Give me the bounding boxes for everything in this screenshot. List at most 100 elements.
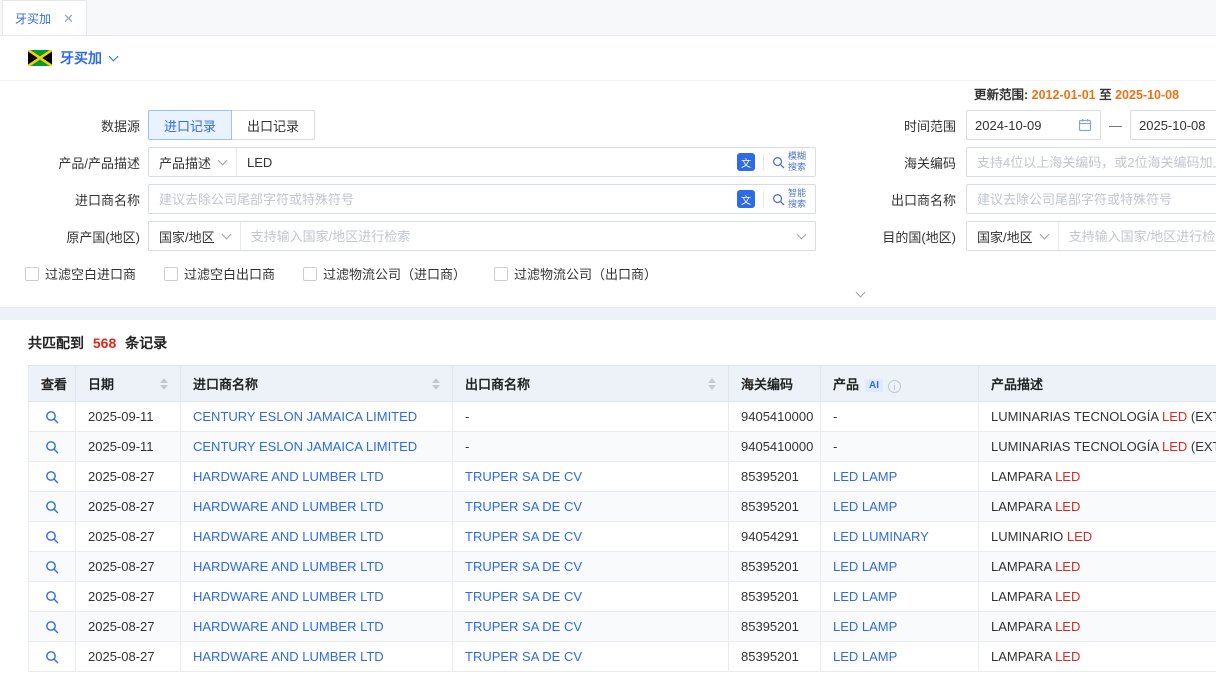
product-link[interactable]: LED LAMP: [833, 589, 897, 604]
sort-icon[interactable]: [708, 378, 716, 390]
importer-input[interactable]: [149, 185, 728, 213]
exporter-input[interactable]: [967, 185, 1216, 213]
product-link[interactable]: LED LUMINARY: [833, 529, 929, 544]
importer-link[interactable]: HARDWARE AND LUMBER LTD: [193, 649, 384, 664]
view-icon[interactable]: [45, 500, 59, 514]
checkbox-label: 过滤空白进口商: [45, 264, 136, 283]
importer-input-group: 文 智能 搜索: [148, 184, 816, 214]
product-search-input[interactable]: [237, 148, 728, 176]
view-cell: [29, 492, 76, 522]
exporter-link[interactable]: TRUPER SA DE CV: [465, 529, 582, 544]
description-highlight: LED: [1055, 499, 1080, 514]
exporter-cell: TRUPER SA DE CV: [453, 462, 729, 492]
header-importer-label: 进口商名称: [193, 374, 258, 393]
header-exporter[interactable]: 出口商名称: [453, 366, 729, 402]
smart-search-button[interactable]: 智能 搜索: [772, 188, 806, 210]
destination-label: 目的国(地区): [816, 227, 956, 246]
product-link[interactable]: LED LAMP: [833, 649, 897, 664]
destination-type-select[interactable]: 国家/地区: [967, 222, 1059, 250]
header-date[interactable]: 日期: [76, 366, 181, 402]
date-cell: 2025-08-27: [76, 612, 181, 642]
importer-link[interactable]: HARDWARE AND LUMBER LTD: [193, 469, 384, 484]
description-text: LAMPARA: [991, 559, 1055, 574]
importer-cell: HARDWARE AND LUMBER LTD: [181, 612, 453, 642]
hscode-input-group: [966, 147, 1216, 177]
checkbox-icon[interactable]: [494, 267, 508, 281]
translate-icon[interactable]: 文: [737, 190, 755, 208]
chevron-down-icon[interactable]: [109, 51, 119, 61]
info-icon[interactable]: i: [888, 380, 901, 393]
table-row: 2025-09-11CENTURY ESLON JAMAICA LIMITED-…: [29, 402, 1216, 432]
filter-checkbox[interactable]: 过滤空白进口商: [25, 264, 136, 283]
origin-country-input[interactable]: [241, 222, 788, 250]
chevron-down-icon[interactable]: [797, 229, 807, 239]
product-type-select[interactable]: 产品描述: [149, 148, 237, 176]
exporter-link[interactable]: TRUPER SA DE CV: [465, 619, 582, 634]
checkbox-label: 过滤空白出口商: [184, 264, 275, 283]
tab-jamaica[interactable]: 牙买加 ✕: [2, 0, 87, 35]
sort-icon[interactable]: [160, 378, 168, 390]
filter-checkbox[interactable]: 过滤空白出口商: [164, 264, 275, 283]
sort-icon[interactable]: [432, 378, 440, 390]
view-icon[interactable]: [45, 470, 59, 484]
tab-label: 牙买加: [15, 10, 51, 27]
importer-link[interactable]: HARDWARE AND LUMBER LTD: [193, 589, 384, 604]
product-link[interactable]: LED LAMP: [833, 619, 897, 634]
product-link[interactable]: LED LAMP: [833, 499, 897, 514]
tab-close-icon[interactable]: ✕: [63, 12, 74, 25]
exporter-link[interactable]: TRUPER SA DE CV: [465, 559, 582, 574]
tab-bar: 牙买加 ✕: [0, 0, 1216, 36]
hscode-cell: 85395201: [729, 492, 821, 522]
importer-link[interactable]: HARDWARE AND LUMBER LTD: [193, 559, 384, 574]
origin-type-select[interactable]: 国家/地区: [149, 222, 241, 250]
export-records-button[interactable]: 出口记录: [231, 110, 315, 140]
country-name[interactable]: 牙买加: [60, 48, 102, 68]
description-cell: LAMPARA LED: [979, 552, 1216, 582]
filter-checkbox[interactable]: 过滤物流公司（进口商）: [303, 264, 466, 283]
filter-row-importer: 进口商名称 文 智能 搜索: [0, 184, 1216, 214]
checkbox-icon[interactable]: [303, 267, 317, 281]
importer-link[interactable]: HARDWARE AND LUMBER LTD: [193, 499, 384, 514]
product-cell: -: [821, 402, 979, 432]
date-to-input[interactable]: 2025-10-08: [1130, 110, 1216, 140]
importer-link[interactable]: CENTURY ESLON JAMAICA LIMITED: [193, 439, 417, 454]
header-product-label: 产品: [833, 377, 859, 392]
view-icon[interactable]: [45, 590, 59, 604]
view-icon[interactable]: [45, 440, 59, 454]
importer-link[interactable]: HARDWARE AND LUMBER LTD: [193, 619, 384, 634]
product-link[interactable]: LED LAMP: [833, 559, 897, 574]
importer-link[interactable]: HARDWARE AND LUMBER LTD: [193, 529, 384, 544]
view-icon[interactable]: [45, 620, 59, 634]
date-from-input[interactable]: 2024-10-09: [966, 110, 1101, 140]
checkbox-icon[interactable]: [25, 267, 39, 281]
description-text: (EXT...: [1187, 439, 1216, 454]
hscode-cell: 9405410000: [729, 402, 821, 432]
exporter-link[interactable]: TRUPER SA DE CV: [465, 469, 582, 484]
view-icon[interactable]: [45, 650, 59, 664]
import-records-button[interactable]: 进口记录: [148, 110, 232, 140]
exporter-cell: TRUPER SA DE CV: [453, 552, 729, 582]
destination-country-input[interactable]: [1059, 222, 1216, 250]
translate-icon[interactable]: 文: [737, 153, 755, 171]
fuzzy-search-button[interactable]: 模糊 搜索: [772, 151, 806, 173]
view-icon[interactable]: [45, 410, 59, 424]
jamaica-flag-icon: [28, 50, 52, 66]
checkbox-icon[interactable]: [164, 267, 178, 281]
hscode-input[interactable]: [967, 148, 1216, 176]
importer-label: 进口商名称: [0, 190, 140, 209]
view-icon[interactable]: [45, 560, 59, 574]
description-text: LUMINARIAS TECNOLOGÍA: [991, 409, 1162, 424]
product-link[interactable]: LED LAMP: [833, 469, 897, 484]
importer-cell: CENTURY ESLON JAMAICA LIMITED: [181, 402, 453, 432]
view-icon[interactable]: [45, 530, 59, 544]
exporter-link[interactable]: TRUPER SA DE CV: [465, 499, 582, 514]
collapse-panel-button[interactable]: [845, 287, 875, 301]
exporter-link[interactable]: TRUPER SA DE CV: [465, 649, 582, 664]
header-importer[interactable]: 进口商名称: [181, 366, 453, 402]
importer-link[interactable]: CENTURY ESLON JAMAICA LIMITED: [193, 409, 417, 424]
date-range-dash: —: [1109, 118, 1122, 133]
checkbox-label: 过滤物流公司（进口商）: [323, 264, 466, 283]
exporter-link[interactable]: TRUPER SA DE CV: [465, 589, 582, 604]
filter-checkbox[interactable]: 过滤物流公司（出口商）: [494, 264, 657, 283]
hscode-label: 海关编码: [816, 153, 956, 172]
